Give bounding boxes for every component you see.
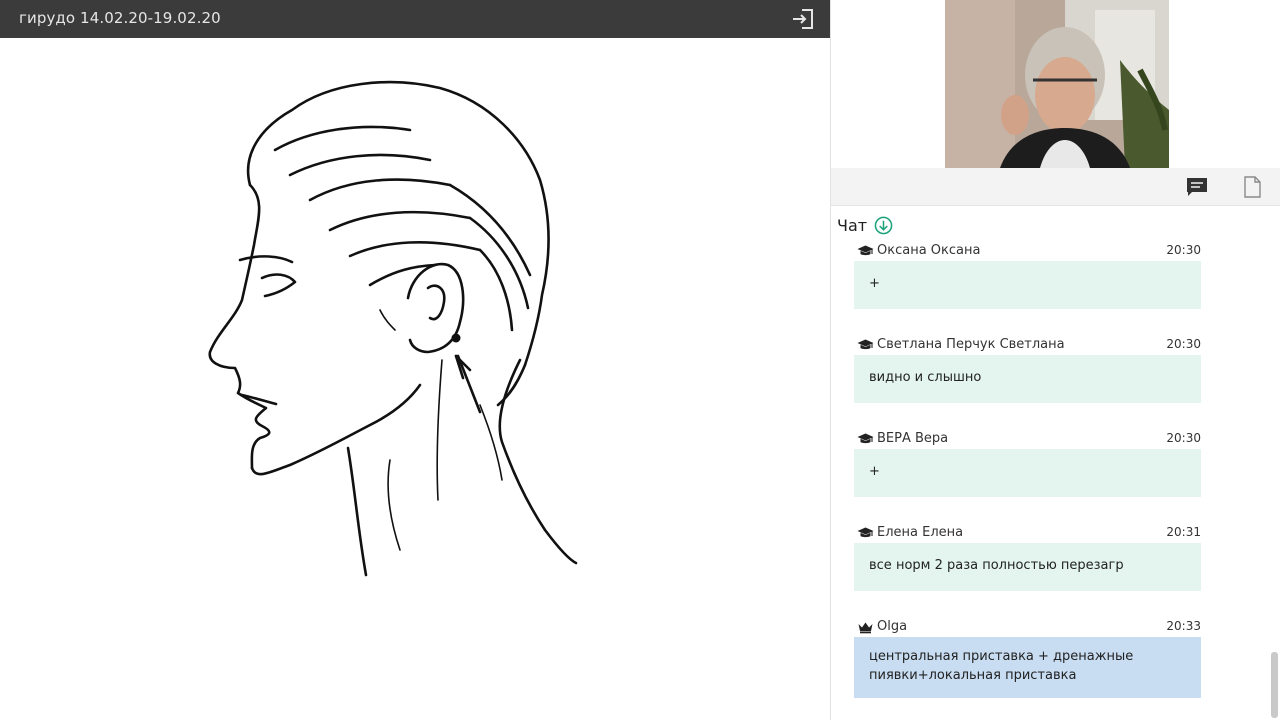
- message-time: 20:33: [1166, 619, 1201, 633]
- message-text: +: [854, 261, 1201, 309]
- message-meta: Светлана Перчук Светлана 20:30: [854, 336, 1201, 354]
- side-toolbar: [831, 168, 1280, 206]
- graduation-cap-icon: [857, 527, 874, 538]
- message-meta: Olga 20:33: [854, 618, 1201, 636]
- message-time: 20:30: [1166, 337, 1201, 351]
- download-icon[interactable]: [874, 216, 893, 235]
- webinar-app: гирудо 14.02.20-19.02.20 Чат Оксана Окса…: [0, 0, 1280, 720]
- message-text: центральная приставка + дренажные пиявки…: [854, 637, 1201, 698]
- head-profile-illustration: [208, 80, 578, 577]
- chat-message: Olga 20:33 центральная приставка + дрена…: [854, 616, 1201, 710]
- presentation-header: гирудо 14.02.20-19.02.20: [0, 0, 830, 38]
- chat-messages: Оксана Оксана 20:30 + Светлана Перчук Св…: [854, 240, 1201, 710]
- presentation-pane: гирудо 14.02.20-19.02.20: [0, 0, 830, 720]
- file-icon[interactable]: [1239, 175, 1265, 199]
- chat-message: Светлана Перчук Светлана 20:30 видно и с…: [854, 334, 1201, 428]
- message-author: ВЕРА Вера: [877, 431, 949, 446]
- message-time: 20:30: [1166, 431, 1201, 445]
- message-text: все норм 2 раза полностью перезагр: [854, 543, 1201, 591]
- message-time: 20:31: [1166, 525, 1201, 539]
- graduation-cap-icon: [857, 433, 874, 444]
- message-meta: Оксана Оксана 20:30: [854, 242, 1201, 260]
- message-text: +: [854, 449, 1201, 497]
- webcam-video: [945, 0, 1169, 168]
- crown-icon: [858, 622, 873, 634]
- presentation-title: гирудо 14.02.20-19.02.20: [19, 9, 221, 27]
- chat-header: Чат: [837, 214, 893, 236]
- chat-message: Оксана Оксана 20:30 +: [854, 240, 1201, 334]
- chat-title: Чат: [837, 215, 868, 235]
- graduation-cap-icon: [857, 245, 874, 256]
- graduation-cap-icon: [857, 339, 874, 350]
- message-author: Елена Елена: [877, 525, 964, 540]
- message-author: Olga: [877, 619, 908, 634]
- chat-message: ВЕРА Вера 20:30 +: [854, 428, 1201, 522]
- chat-message: Елена Елена 20:31 все норм 2 раза полнос…: [854, 522, 1201, 616]
- message-meta: Елена Елена 20:31: [854, 524, 1201, 542]
- message-author: Светлана Перчук Светлана: [877, 337, 1065, 352]
- message-author: Оксана Оксана: [877, 243, 981, 258]
- message-time: 20:30: [1166, 243, 1201, 257]
- message-meta: ВЕРА Вера 20:30: [854, 430, 1201, 448]
- exit-icon[interactable]: [790, 7, 816, 31]
- message-text: видно и слышно: [854, 355, 1201, 403]
- side-pane: Чат Оксана Оксана 20:30 + Светлана Перчу…: [831, 0, 1280, 720]
- chat-icon[interactable]: [1184, 175, 1210, 199]
- chat-scrollbar[interactable]: [1271, 652, 1278, 718]
